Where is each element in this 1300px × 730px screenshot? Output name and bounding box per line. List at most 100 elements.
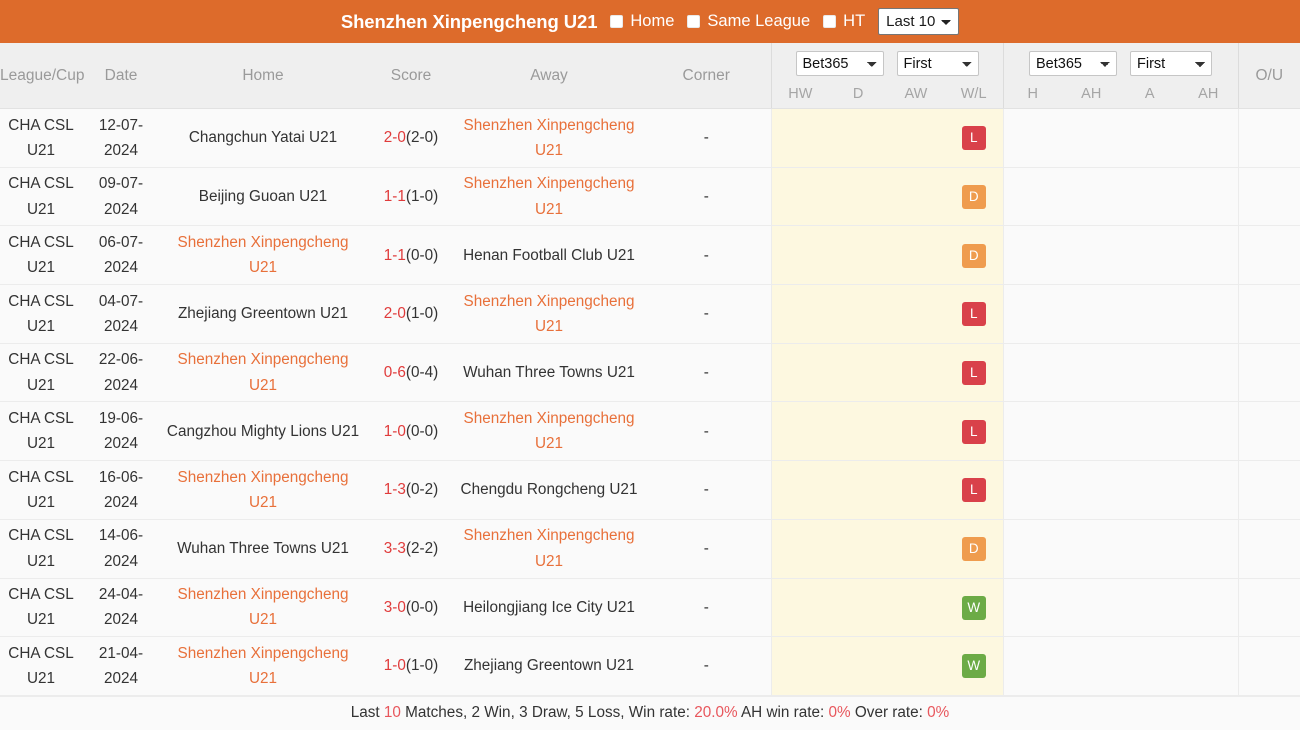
cell-odds-d[interactable] (829, 225, 887, 285)
cell-odds-h[interactable] (1002, 343, 1062, 402)
cell-score[interactable]: 1-1(0-0) (366, 226, 456, 285)
cell-odds-h[interactable] (1002, 284, 1062, 344)
cell-odds-h[interactable] (1002, 401, 1062, 461)
cell-score[interactable]: 1-1(1-0) (366, 167, 456, 226)
cell-odds-d[interactable] (829, 343, 887, 402)
col-header-date[interactable]: Date (82, 43, 160, 109)
cell-odds-a[interactable] (1121, 167, 1180, 226)
filter-ht[interactable]: HT (823, 12, 865, 31)
home-team-link[interactable]: Shenzhen Xinpengcheng U21 (178, 586, 349, 628)
checkbox-icon[interactable] (610, 15, 624, 28)
phase-select-2[interactable]: First (1130, 51, 1212, 76)
cell-odds-d[interactable] (829, 108, 887, 168)
cell-odds-ou[interactable] (1237, 167, 1300, 226)
cell-away-team[interactable]: Chengdu Rongcheng U21 (456, 461, 642, 520)
cell-odds-d[interactable] (829, 578, 887, 637)
cell-odds-aw[interactable] (887, 284, 945, 344)
cell-odds-a[interactable] (1121, 578, 1180, 637)
cell-odds-hw[interactable] (770, 401, 829, 461)
cell-away-team[interactable]: Heilongjiang Ice City U21 (456, 578, 642, 637)
cell-odds-a[interactable] (1121, 402, 1180, 461)
cell-odds-a[interactable] (1121, 285, 1180, 344)
away-team-link[interactable]: Shenzhen Xinpengcheng U21 (464, 527, 635, 569)
cell-odds-a[interactable] (1121, 519, 1180, 578)
cell-odds-hw[interactable] (770, 343, 829, 402)
cell-home-team[interactable]: Wuhan Three Towns U21 (160, 519, 366, 578)
cell-odds-ah-2[interactable] (1180, 109, 1238, 168)
cell-home-team[interactable]: Shenzhen Xinpengcheng U21 (160, 226, 366, 285)
cell-odds-d[interactable] (829, 519, 887, 578)
cell-odds-ah-1[interactable] (1062, 402, 1121, 461)
cell-odds-ah-1[interactable] (1062, 578, 1121, 637)
cell-score[interactable]: 1-0(1-0) (366, 637, 456, 696)
table-row[interactable]: CHA CSL U21 16-06-2024 Shenzhen Xinpengche… (0, 460, 1300, 520)
phase-select-1[interactable]: First (896, 51, 979, 76)
cell-away-team[interactable]: Shenzhen Xinpengcheng U21 (456, 285, 642, 344)
filter-same-league[interactable]: Same League (687, 12, 810, 31)
cell-odds-ou[interactable] (1237, 284, 1300, 344)
home-team-link[interactable]: Shenzhen Xinpengcheng U21 (178, 234, 349, 276)
table-row[interactable]: CHA CSL U21 22-06-2024 Shenzhen Xinpengche… (0, 343, 1300, 402)
cell-score[interactable]: 2-0(1-0) (366, 285, 456, 344)
checkbox-icon[interactable] (687, 15, 701, 28)
cell-odds-hw[interactable] (770, 460, 829, 520)
cell-odds-aw[interactable] (887, 636, 945, 696)
cell-odds-a[interactable] (1121, 461, 1180, 520)
cell-odds-d[interactable] (829, 401, 887, 461)
cell-home-team[interactable]: Cangzhou Mighty Lions U21 (160, 402, 366, 461)
cell-odds-hw[interactable] (770, 636, 829, 696)
cell-odds-ah-2[interactable] (1180, 578, 1238, 637)
cell-odds-aw[interactable] (887, 519, 945, 578)
cell-odds-h[interactable] (1002, 519, 1062, 578)
col-header-ou[interactable]: O/U (1237, 43, 1300, 109)
table-row[interactable]: CHA CSL U21 14-06-2024 Wuhan Three Towns U… (0, 519, 1300, 578)
bookmaker-select-1[interactable]: Bet365 (795, 51, 884, 76)
checkbox-icon[interactable] (823, 15, 837, 28)
cell-odds-ah-1[interactable] (1062, 285, 1121, 344)
cell-odds-ou[interactable] (1237, 578, 1300, 637)
cell-away-team[interactable]: Zhejiang Greentown U21 (456, 637, 642, 696)
cell-score[interactable]: 3-0(0-0) (366, 578, 456, 637)
cell-odds-ou[interactable] (1237, 519, 1300, 578)
cell-odds-h[interactable] (1002, 225, 1062, 285)
cell-odds-hw[interactable] (770, 108, 829, 168)
table-row[interactable]: CHA CSL U21 19-06-2024 Cangzhou Mighty Lio… (0, 401, 1300, 461)
cell-away-team[interactable]: Shenzhen Xinpengcheng U21 (456, 519, 642, 578)
cell-odds-ah-1[interactable] (1062, 226, 1121, 285)
cell-odds-ou[interactable] (1237, 636, 1300, 696)
cell-score[interactable]: 1-0(0-0) (366, 402, 456, 461)
cell-odds-ou[interactable] (1237, 108, 1300, 168)
cell-odds-ou[interactable] (1237, 225, 1300, 285)
cell-odds-ah-1[interactable] (1062, 519, 1121, 578)
table-row[interactable]: CHA CSL U21 09-07-2024 Beijing Guoan U21 1-… (0, 167, 1300, 226)
cell-odds-ah-1[interactable] (1062, 461, 1121, 520)
cell-odds-ah-2[interactable] (1180, 285, 1238, 344)
cell-odds-a[interactable] (1121, 637, 1180, 696)
cell-odds-ou[interactable] (1237, 460, 1300, 520)
cell-odds-ah-2[interactable] (1180, 167, 1238, 226)
cell-odds-h[interactable] (1002, 636, 1062, 696)
cell-odds-aw[interactable] (887, 167, 945, 226)
cell-odds-d[interactable] (829, 167, 887, 226)
cell-odds-ah-1[interactable] (1062, 343, 1121, 402)
table-row[interactable]: CHA CSL U21 24-04-2024 Shenzhen Xinpengche… (0, 578, 1300, 637)
cell-odds-ah-1[interactable] (1062, 109, 1121, 168)
cell-odds-h[interactable] (1002, 578, 1062, 637)
cell-odds-hw[interactable] (770, 167, 829, 226)
cell-odds-aw[interactable] (887, 108, 945, 168)
cell-odds-ah-2[interactable] (1180, 637, 1238, 696)
table-row[interactable]: CHA CSL U21 06-07-2024 Shenzhen Xinpengche… (0, 225, 1300, 285)
cell-odds-ah-1[interactable] (1062, 637, 1121, 696)
col-header-away[interactable]: Away (456, 43, 642, 109)
cell-odds-aw[interactable] (887, 401, 945, 461)
cell-home-team[interactable]: Shenzhen Xinpengcheng U21 (160, 343, 366, 402)
cell-odds-h[interactable] (1002, 460, 1062, 520)
cell-odds-ah-2[interactable] (1180, 226, 1238, 285)
cell-odds-a[interactable] (1121, 226, 1180, 285)
cell-score[interactable]: 1-3(0-2) (366, 461, 456, 520)
cell-odds-hw[interactable] (770, 578, 829, 637)
col-header-score[interactable]: Score (366, 43, 456, 109)
cell-away-team[interactable]: Shenzhen Xinpengcheng U21 (456, 167, 642, 226)
cell-odds-aw[interactable] (887, 460, 945, 520)
col-header-corner[interactable]: Corner (642, 43, 771, 109)
